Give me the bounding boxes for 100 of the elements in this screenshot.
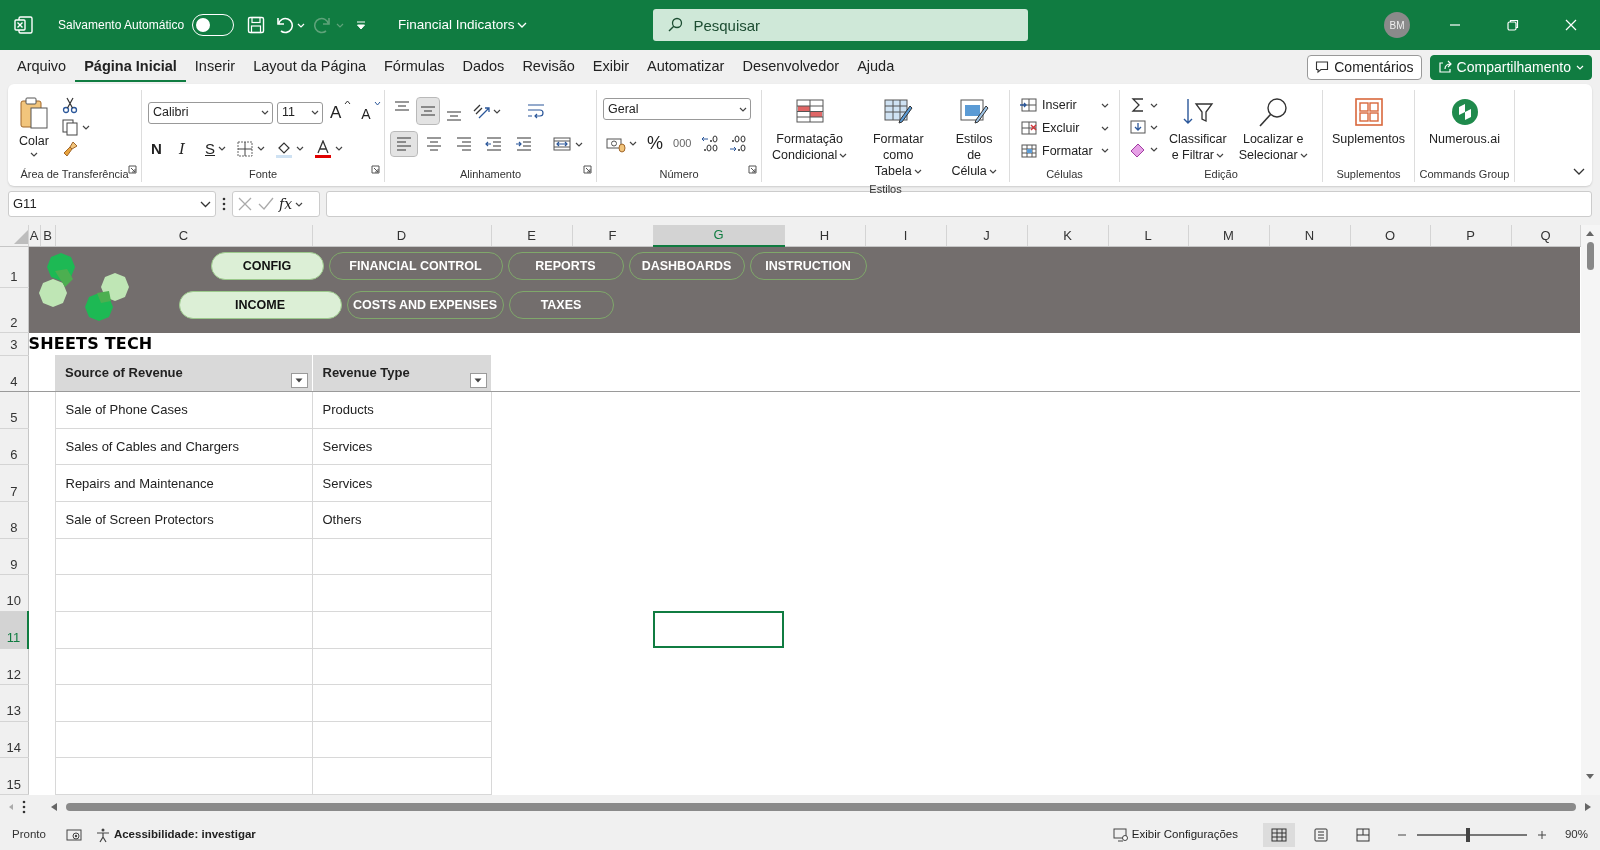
row-header[interactable]: 15 <box>0 757 28 795</box>
comma-style-button[interactable]: 000 <box>670 133 695 154</box>
align-bottom-icon <box>447 111 461 121</box>
zoom-in-icon[interactable] <box>1536 829 1547 840</box>
vertical-align-button[interactable] <box>417 98 439 124</box>
italic-button[interactable]: I <box>176 135 198 162</box>
paste-button[interactable]: Colar <box>14 94 54 166</box>
dialog-launcher-icon[interactable] <box>128 165 137 175</box>
name-box[interactable]: G11 <box>8 191 216 217</box>
group-label: Fonte <box>248 167 278 182</box>
checkmark-icon[interactable] <box>258 196 274 212</box>
horizontal-align-button[interactable] <box>391 132 417 156</box>
column-header[interactable]: N <box>1269 225 1350 247</box>
row-header[interactable]: 3 <box>0 332 28 356</box>
caret-icon <box>82 124 90 130</box>
slider-thumb[interactable] <box>1465 827 1470 842</box>
column-header[interactable]: C <box>55 225 312 247</box>
column-header[interactable]: Q <box>1511 225 1580 247</box>
accessibility-button[interactable]: Acessibilidade: investigar <box>91 823 259 846</box>
styles-button[interactable]: Formatação Condicional <box>768 94 852 181</box>
editing-button[interactable]: Localizar e Selecionar <box>1234 94 1312 166</box>
row-header[interactable]: 9 <box>0 538 28 575</box>
filter-dropdown-button[interactable] <box>469 373 487 389</box>
column-header[interactable]: M <box>1188 225 1269 247</box>
menu-tab[interactable]: Ajuda <box>848 51 904 83</box>
column-header[interactable]: I <box>865 225 946 247</box>
menu-tab[interactable]: Desenvolvedor <box>733 51 849 83</box>
decrease-font-size-button[interactable]: A <box>358 98 384 127</box>
styles-button[interactable]: Estilos de Célula <box>945 94 1003 181</box>
row-header[interactable]: 8 <box>0 501 28 539</box>
column-header[interactable]: F <box>572 225 653 247</box>
row-header[interactable]: 11 <box>0 611 28 648</box>
nav-button[interactable]: INCOME <box>178 291 342 320</box>
row-header[interactable]: 5 <box>0 391 28 429</box>
nav-button[interactable]: CONFIG <box>210 252 324 281</box>
column-header[interactable]: L <box>1108 225 1188 247</box>
scroll-thumb[interactable] <box>1586 242 1594 270</box>
column-header[interactable]: G <box>653 225 784 247</box>
add-in-button[interactable]: Numerous.ai <box>1425 94 1504 166</box>
percent-button[interactable]: % <box>644 128 666 159</box>
formula-input-field[interactable] <box>326 191 1592 217</box>
dialog-launcher-icon[interactable] <box>371 165 380 175</box>
column-header[interactable]: O <box>1350 225 1430 247</box>
row-header[interactable]: 13 <box>0 684 28 722</box>
selected-cell[interactable] <box>653 611 784 648</box>
row-header[interactable]: 12 <box>0 648 28 685</box>
document-title-button[interactable]: Financial Indicators <box>394 12 532 38</box>
column-header[interactable]: E <box>491 225 572 247</box>
row-header[interactable]: 2 <box>0 287 28 333</box>
menu-tab[interactable]: Fórmulas <box>375 51 454 83</box>
share-button[interactable]: Compartilhamento <box>1429 54 1592 80</box>
cells-button[interactable]: Excluir <box>1016 116 1112 140</box>
underline-button[interactable]: S <box>202 135 229 162</box>
more-options-icon[interactable] <box>22 800 26 814</box>
dialog-launcher-icon[interactable] <box>583 165 592 175</box>
display-settings-button[interactable]: Exibir Configurações <box>1109 823 1241 846</box>
more-options-icon[interactable] <box>222 197 226 211</box>
increase-font-size-button[interactable]: A <box>327 98 355 128</box>
search-icon <box>667 17 684 33</box>
add-in-button[interactable]: Suplementos <box>1328 94 1409 166</box>
menu-tab[interactable]: Exibir <box>583 51 639 83</box>
menu-tab[interactable]: Inserir <box>185 51 245 83</box>
number-format-field[interactable]: Geral <box>603 98 751 120</box>
scroll-thumb[interactable] <box>66 803 1576 811</box>
menu-tab[interactable]: Dados <box>453 51 514 83</box>
column-header[interactable]: H <box>784 225 865 247</box>
row-header[interactable]: 7 <box>0 464 28 502</box>
menu-tab[interactable]: Automatizar <box>638 51 734 83</box>
menu-tab[interactable]: Arquivo <box>8 51 76 83</box>
status-text: Pronto <box>12 826 46 842</box>
align-top-icon <box>395 101 409 111</box>
comments-button[interactable]: Comentários <box>1307 54 1422 80</box>
filter-dropdown-button[interactable] <box>290 373 308 389</box>
row-header[interactable]: 6 <box>0 428 28 465</box>
menu-tab[interactable]: Página Inicial <box>75 51 186 83</box>
font-name-field[interactable]: Calibri <box>148 101 273 124</box>
dialog-launcher-icon[interactable] <box>748 165 757 175</box>
row-header[interactable]: 1 <box>0 246 28 287</box>
search-field[interactable]: Pesquisar <box>653 9 1029 41</box>
bold-button[interactable]: N <box>148 135 172 162</box>
menu-tab[interactable]: Layout da Página <box>244 51 375 83</box>
row-header[interactable]: 10 <box>0 574 28 612</box>
column-header[interactable]: P <box>1430 225 1511 247</box>
vertical-scrollbar[interactable] <box>1580 225 1600 795</box>
column-header[interactable]: J <box>946 225 1027 247</box>
styles-button[interactable]: Formatar como Tabela <box>855 94 942 181</box>
menu-tab[interactable]: Revisão <box>513 51 584 83</box>
view-button[interactable] <box>1262 822 1295 847</box>
caret-icon <box>988 168 997 174</box>
row-header[interactable]: 4 <box>0 355 28 392</box>
row-header[interactable]: 14 <box>0 721 28 758</box>
macro-record-icon[interactable] <box>65 827 82 842</box>
font-size-field[interactable]: 11 <box>277 101 323 124</box>
editing-button[interactable]: Classificar e Filtrar <box>1165 94 1231 166</box>
column-header[interactable]: K <box>1027 225 1108 247</box>
horizontal-scrollbar[interactable] <box>50 802 1592 812</box>
column-header[interactable]: D <box>312 225 491 247</box>
zoom-percent[interactable]: 90% <box>1564 825 1588 844</box>
cells-button[interactable]: Formatar <box>1016 139 1112 163</box>
cells-button[interactable]: Inserir <box>1016 94 1112 117</box>
